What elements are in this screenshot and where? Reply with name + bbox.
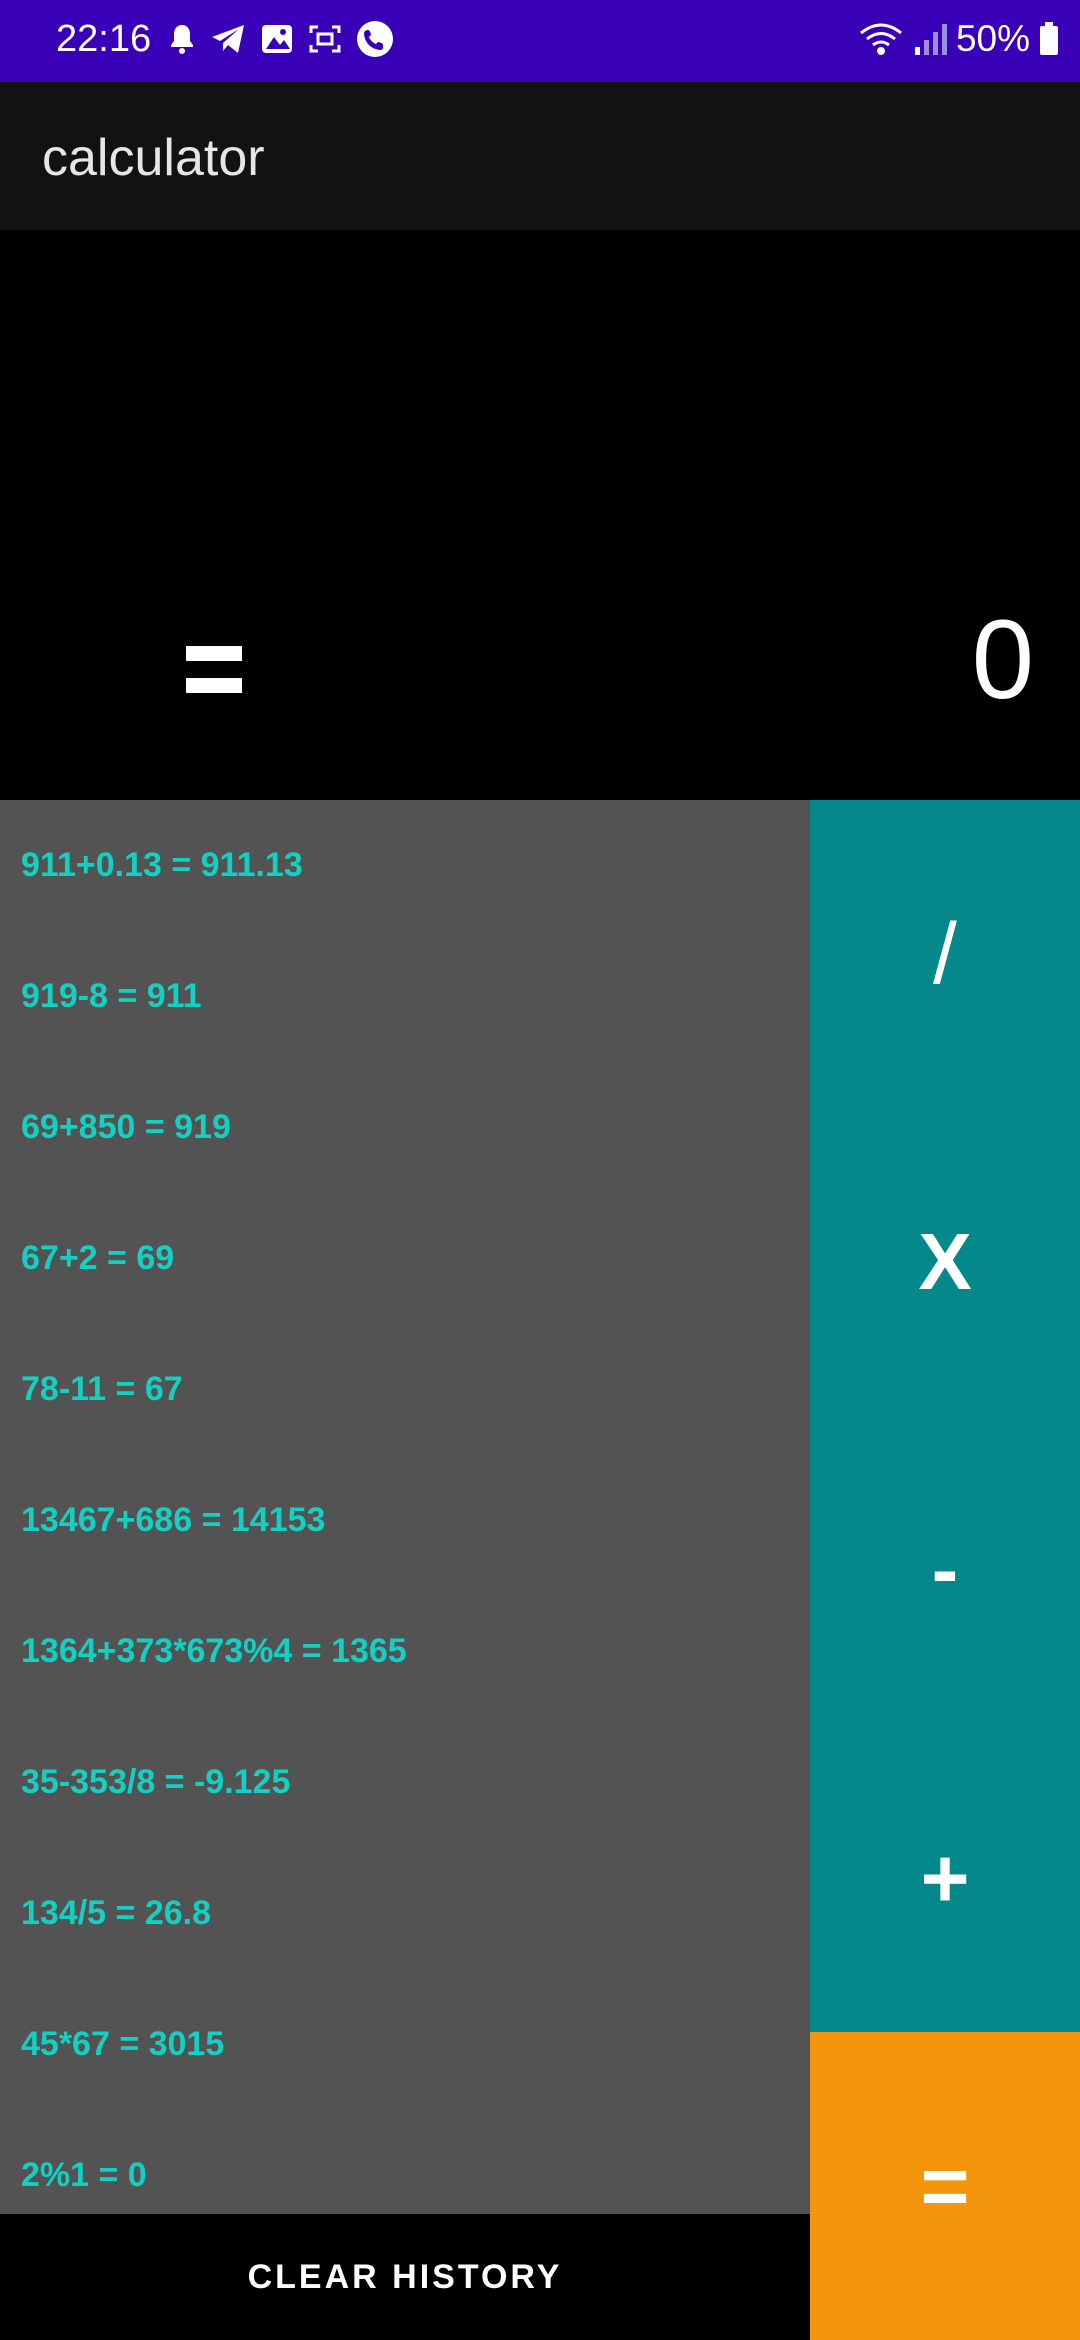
screenshot-icon bbox=[308, 23, 342, 55]
divide-button[interactable]: / bbox=[810, 800, 1080, 1108]
signal-icon bbox=[912, 21, 948, 57]
history-item[interactable]: 13467+686 = 14153 bbox=[21, 1501, 325, 1632]
image-icon bbox=[260, 23, 294, 55]
history-item[interactable]: 78-11 = 67 bbox=[21, 1370, 183, 1501]
status-bar: 22:16 50% bbox=[0, 0, 1080, 82]
display-value: 0 bbox=[971, 597, 1034, 722]
status-icons-left bbox=[168, 20, 394, 58]
battery-icon bbox=[1038, 21, 1060, 57]
phone-call-icon bbox=[356, 20, 394, 58]
telegram-icon bbox=[210, 23, 246, 55]
multiply-label: X bbox=[918, 1217, 972, 1306]
history-list[interactable]: 911+0.13 = 911.13 919-8 = 911 69+850 = 9… bbox=[0, 800, 810, 2214]
history-item[interactable]: 69+850 = 919 bbox=[21, 1108, 231, 1239]
status-icons-right: 50% bbox=[858, 18, 1060, 60]
add-button[interactable]: + bbox=[810, 1724, 1080, 2032]
history-item[interactable]: 67+2 = 69 bbox=[21, 1239, 174, 1370]
equals-button[interactable]: = bbox=[810, 2032, 1080, 2340]
subtract-label: - bbox=[931, 1525, 959, 1614]
history-item[interactable]: 919-8 = 911 bbox=[21, 977, 202, 1108]
equals-label: = bbox=[920, 2138, 970, 2233]
calculator-display: 0 bbox=[0, 230, 1080, 800]
add-label: + bbox=[920, 1830, 970, 1925]
history-item[interactable]: 134/5 = 26.8 bbox=[21, 1894, 211, 2025]
wifi-icon bbox=[858, 21, 904, 57]
app-title: calculator bbox=[42, 129, 265, 187]
status-time: 22:16 bbox=[56, 18, 152, 60]
history-item[interactable]: 35-353/8 = -9.125 bbox=[21, 1763, 290, 1894]
operator-panel: / X - + = bbox=[810, 800, 1080, 2340]
history-item[interactable]: 45*67 = 3015 bbox=[21, 2025, 224, 2156]
notification-bell-icon bbox=[168, 23, 196, 55]
subtract-button[interactable]: - bbox=[810, 1416, 1080, 1724]
display-equals-sign bbox=[186, 646, 242, 694]
app-bar: calculator bbox=[0, 82, 1080, 230]
clear-history-button[interactable]: CLEAR HISTORY bbox=[0, 2214, 810, 2340]
history-item[interactable]: 911+0.13 = 911.13 bbox=[21, 846, 303, 977]
battery-percentage: 50% bbox=[955, 18, 1030, 59]
divide-label: / bbox=[933, 905, 957, 1002]
history-item[interactable]: 1364+373*673%4 = 1365 bbox=[21, 1632, 407, 1763]
multiply-button[interactable]: X bbox=[810, 1108, 1080, 1416]
